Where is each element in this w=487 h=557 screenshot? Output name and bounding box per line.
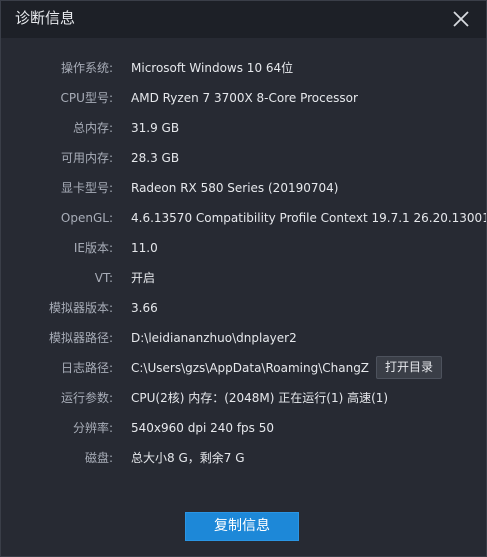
row-available-memory: 可用内存: 28.3 GB	[1, 148, 486, 168]
row-log-path: 日志路径: C:\Users\gzs\AppData\Roaming\Chang…	[1, 356, 486, 379]
gpu-label: 显卡型号:	[60, 181, 113, 195]
os-label: 操作系统:	[60, 61, 113, 75]
row-emulator-version: 模拟器版本: 3.66	[1, 298, 486, 318]
available-memory-label: 可用内存:	[60, 151, 113, 165]
emulator-path-label: 模拟器路径:	[48, 331, 113, 345]
disk-value: 总大小8 G，剩余7 G	[131, 451, 245, 465]
close-button[interactable]	[450, 8, 472, 30]
opengl-value: 4.6.13570 Compatibility Profile Context …	[131, 211, 486, 225]
row-opengl: OpenGL: 4.6.13570 Compatibility Profile …	[1, 208, 486, 228]
ie-version-value: 11.0	[131, 241, 158, 255]
cpu-value: AMD Ryzen 7 3700X 8-Core Processor	[131, 91, 358, 105]
run-params-value: CPU(2核) 内存：(2048M) 正在运行(1) 高速(1)	[131, 391, 389, 405]
os-value: Microsoft Windows 10 64位	[131, 61, 294, 75]
open-directory-button[interactable]: 打开目录	[376, 356, 442, 379]
copy-info-button[interactable]: 复制信息	[185, 512, 299, 541]
row-gpu: 显卡型号: Radeon RX 580 Series (20190704)	[1, 178, 486, 198]
available-memory-value: 28.3 GB	[131, 151, 180, 165]
total-memory-label: 总内存:	[72, 121, 113, 135]
emulator-path-value: D:\leidiananzhuo\dnplayer2	[131, 331, 297, 345]
log-path-label: 日志路径:	[60, 361, 113, 375]
log-path-value: C:\Users\gzs\AppData\Roaming\ChangZhi2\d…	[131, 361, 369, 375]
row-vt: VT: 开启	[1, 268, 486, 288]
diagnostic-info-dialog: 诊断信息 操作系统: Microsoft Windows 10 64位 CPU型…	[0, 0, 487, 557]
row-cpu: CPU型号: AMD Ryzen 7 3700X 8-Core Processo…	[1, 88, 486, 108]
row-run-params: 运行参数: CPU(2核) 内存：(2048M) 正在运行(1) 高速(1)	[1, 388, 486, 408]
gpu-value: Radeon RX 580 Series (20190704)	[131, 181, 339, 195]
run-params-label: 运行参数:	[60, 391, 113, 405]
resolution-value: 540x960 dpi 240 fps 50	[131, 421, 275, 435]
disk-label: 磁盘:	[84, 451, 113, 465]
total-memory-value: 31.9 GB	[131, 121, 180, 135]
ie-version-label: IE版本:	[73, 241, 113, 255]
row-ie-version: IE版本: 11.0	[1, 238, 486, 258]
close-icon	[453, 11, 469, 27]
vt-value: 开启	[131, 271, 156, 285]
opengl-label: OpenGL:	[60, 211, 113, 225]
dialog-title: 诊断信息	[15, 9, 76, 27]
resolution-label: 分辨率:	[72, 421, 113, 435]
emulator-version-value: 3.66	[131, 301, 158, 315]
row-total-memory: 总内存: 31.9 GB	[1, 118, 486, 138]
row-os: 操作系统: Microsoft Windows 10 64位	[1, 58, 486, 78]
emulator-version-label: 模拟器版本:	[48, 301, 113, 315]
row-emulator-path: 模拟器路径: D:\leidiananzhuo\dnplayer2	[1, 328, 486, 348]
cpu-label: CPU型号:	[60, 91, 113, 105]
titlebar: 诊断信息	[1, 1, 486, 38]
vt-label: VT:	[94, 271, 113, 285]
row-resolution: 分辨率: 540x960 dpi 240 fps 50	[1, 418, 486, 438]
row-disk: 磁盘: 总大小8 G，剩余7 G	[1, 448, 486, 468]
